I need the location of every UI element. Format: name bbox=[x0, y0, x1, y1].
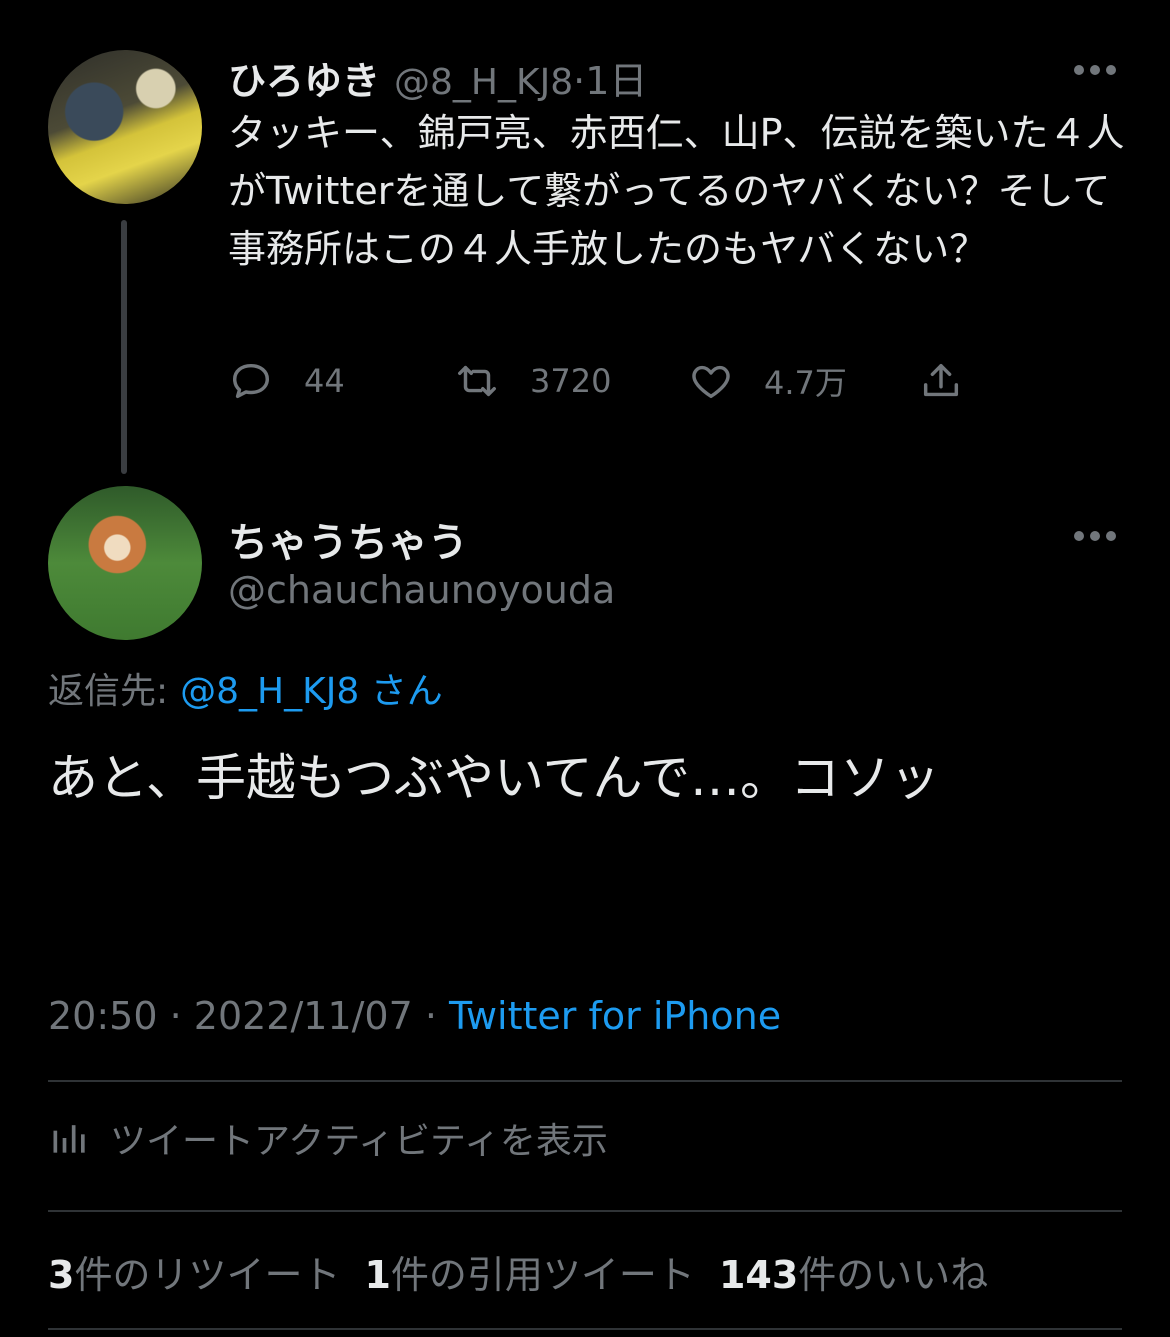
reply-icon bbox=[232, 363, 270, 399]
like-label: 件のいいね bbox=[798, 1253, 989, 1297]
quote-label: 件の引用ツイート bbox=[390, 1253, 695, 1297]
engagement-stats: 3件のリツイート 1件の引用ツイート 143件のいいね bbox=[48, 1244, 988, 1299]
tweet-date[interactable]: 2022/11/07 bbox=[194, 994, 413, 1038]
more-icon[interactable] bbox=[1074, 65, 1118, 77]
separator: · bbox=[573, 59, 586, 103]
display-name[interactable]: ちゃうちゃう bbox=[228, 510, 468, 568]
retweet-label: 件のリツイート bbox=[74, 1253, 341, 1297]
retweet-count: 3 bbox=[48, 1253, 75, 1297]
retweet-button[interactable]: 3720 bbox=[454, 358, 611, 404]
divider bbox=[48, 1210, 1122, 1212]
divider bbox=[48, 1080, 1122, 1082]
tweet-time[interactable]: 20:50 bbox=[48, 994, 158, 1038]
reply-target-link[interactable]: @8_H_KJ8 さん bbox=[180, 671, 443, 712]
reply-label: 返信先: bbox=[48, 671, 169, 712]
retweet-count: 3720 bbox=[530, 362, 612, 400]
like-count: 4.7万 bbox=[764, 364, 847, 402]
reply-button[interactable]: 44 bbox=[228, 358, 345, 404]
tweet-actions: 44 3720 4.7万 bbox=[228, 358, 1128, 408]
view-activity-button[interactable]: ツイートアクティビティを表示 bbox=[48, 1112, 608, 1164]
parent-tweet-text: タッキー、錦戸亮、赤西仁、山P、伝説を築いた４人がTwitterを通して繋がって… bbox=[228, 111, 1125, 271]
reply-context: 返信先: @8_H_KJ8 さん bbox=[48, 662, 443, 714]
parent-tweet-header: ひろゆき @8_H_KJ8·1日 bbox=[228, 50, 647, 105]
quotes-stat[interactable]: 1件の引用ツイート bbox=[364, 1253, 694, 1297]
like-icon bbox=[692, 365, 730, 399]
handle[interactable]: @chauchaunoyouda bbox=[228, 568, 615, 612]
reply-count: 44 bbox=[304, 362, 345, 400]
display-name[interactable]: ひろゆき bbox=[228, 59, 380, 103]
tweet-source-link[interactable]: Twitter for iPhone bbox=[449, 994, 781, 1038]
divider bbox=[48, 1328, 1122, 1330]
thread-connector bbox=[121, 220, 127, 474]
tweet-meta: 20:50 · 2022/11/07 · Twitter for iPhone bbox=[48, 994, 782, 1038]
share-button[interactable] bbox=[918, 358, 964, 404]
timestamp[interactable]: 1日 bbox=[585, 59, 647, 103]
like-button[interactable]: 4.7万 bbox=[688, 358, 847, 404]
avatar[interactable] bbox=[48, 486, 202, 640]
likes-stat[interactable]: 143件のいいね bbox=[719, 1253, 988, 1297]
retweets-stat[interactable]: 3件のリツイート bbox=[48, 1253, 340, 1297]
tweet-text: あと、手越もつぶやいてんで…。コソッ bbox=[48, 749, 940, 807]
handle[interactable]: @8_H_KJ8 bbox=[394, 62, 573, 103]
activity-label: ツイートアクティビティを表示 bbox=[110, 1121, 608, 1162]
like-count: 143 bbox=[718, 1253, 799, 1297]
more-icon[interactable] bbox=[1074, 531, 1118, 543]
retweet-icon bbox=[458, 365, 496, 397]
quote-count: 1 bbox=[364, 1253, 391, 1297]
share-icon bbox=[923, 363, 959, 397]
analytics-icon bbox=[53, 1125, 85, 1153]
avatar[interactable] bbox=[48, 50, 202, 204]
